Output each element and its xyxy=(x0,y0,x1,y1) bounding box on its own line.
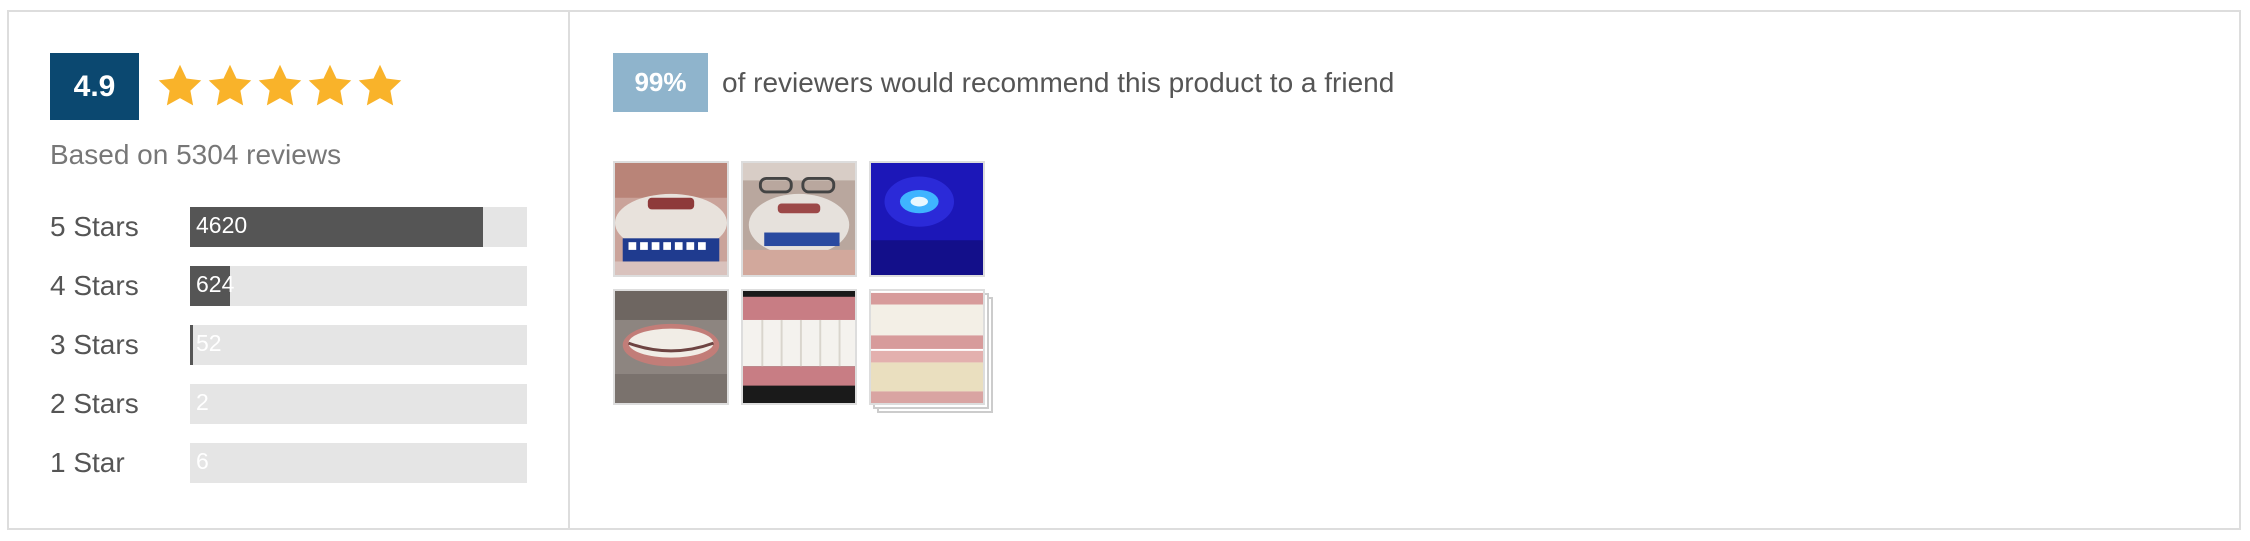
review-count-text: Based on 5304 reviews xyxy=(50,139,342,170)
rating-bar: 52 xyxy=(190,325,527,365)
recommend-percent-value: 99% xyxy=(634,67,687,97)
review-photo-shade-guide-glasses[interactable] xyxy=(741,161,857,277)
star-icon xyxy=(258,64,302,106)
recommend-percent-badge: 99% xyxy=(613,53,708,112)
photo-image xyxy=(615,163,727,275)
rating-bar: 4620 xyxy=(190,207,527,247)
rating-row-label: 5 Stars xyxy=(50,211,139,242)
rating-bar-fill xyxy=(190,325,193,365)
star-icon xyxy=(308,64,352,106)
review-photo-shade-guide-beard[interactable] xyxy=(613,161,729,277)
review-photo-blue-led-mouthpiece[interactable] xyxy=(869,161,985,277)
panel-divider xyxy=(568,10,570,530)
star-rating xyxy=(155,56,405,116)
rating-row-label: 4 Stars xyxy=(50,270,139,301)
rating-bar-count: 4620 xyxy=(196,212,248,238)
review-photo-smile-beard[interactable] xyxy=(613,289,729,405)
rating-bar-count: 6 xyxy=(196,448,209,474)
average-rating-badge: 4.9 xyxy=(50,53,139,120)
star-icon xyxy=(158,64,202,106)
photo-image xyxy=(743,291,855,403)
photo-image xyxy=(871,291,983,403)
rating-row-label: 1 Star xyxy=(50,447,125,478)
rating-row-label: 3 Stars xyxy=(50,329,139,360)
photo-image xyxy=(871,163,983,275)
photo-image xyxy=(743,163,855,275)
review-photo-teeth-closeup[interactable] xyxy=(741,289,857,405)
rating-bar: 624 xyxy=(190,266,527,306)
star-icon xyxy=(358,64,402,106)
average-rating-value: 4.9 xyxy=(73,69,116,103)
rating-bar: 6 xyxy=(190,443,527,483)
rating-bar: 2 xyxy=(190,384,527,424)
star-icon xyxy=(208,64,252,106)
recommend-text: of reviewers would recommend this produc… xyxy=(722,67,1395,98)
rating-row-label: 2 Stars xyxy=(50,388,139,419)
review-photo-before-after-stack[interactable] xyxy=(869,289,985,405)
photo-image xyxy=(615,291,727,403)
rating-bar-count: 624 xyxy=(196,271,235,297)
rating-bar-count: 2 xyxy=(196,389,209,415)
rating-bar-count: 52 xyxy=(196,330,222,356)
